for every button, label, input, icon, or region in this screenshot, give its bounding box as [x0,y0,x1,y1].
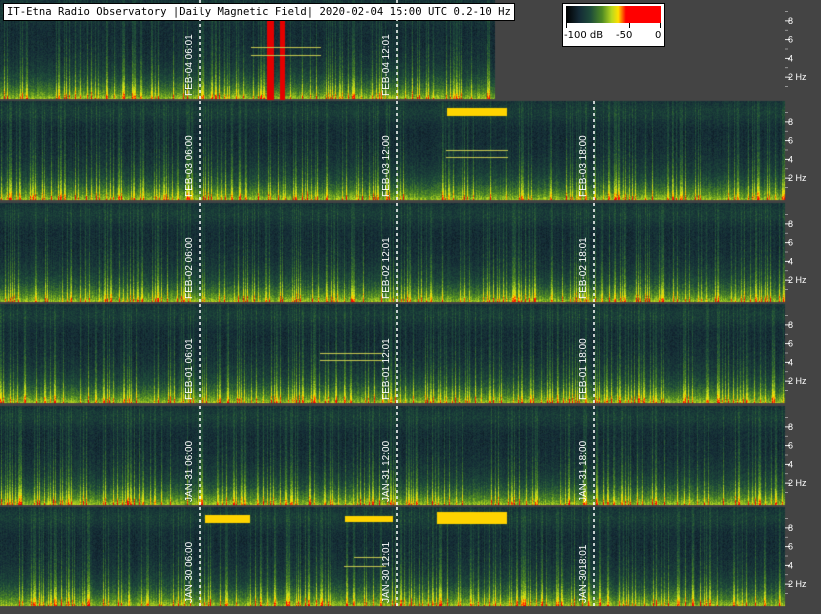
freq-tick-label: 8 [788,422,793,432]
time-marker-label: FEB-01 18:00 [578,338,589,400]
freq-tick-label: 4 [788,560,793,570]
freq-tick-label: 2 Hz [788,579,807,589]
freq-tick-label: 6 [788,441,793,451]
time-marker-label: FEB-02 06:00 [184,237,195,299]
time-marker-label: FEB-03 12:00 [381,135,392,197]
freq-tick-label: 4 [788,459,793,469]
freq-tick-label: 2 Hz [788,376,807,386]
time-marker-label: FEB-04 06:01 [184,34,195,96]
time-marker-label: JAN-30 12:01 [381,541,392,603]
time-marker-label: FEB-04 12:01 [381,34,392,96]
freq-tick-label: 6 [788,542,793,552]
time-marker-label: FEB-02 18:01 [578,237,589,299]
freq-tick-label: 2 Hz [788,173,807,183]
freq-tick-label: 6 [788,339,793,349]
freq-tick-label: 8 [788,219,793,229]
freq-tick-label: 4 [788,357,793,367]
freq-tick-label: 2 Hz [788,72,807,82]
time-marker-label: FEB-02 12:01 [381,237,392,299]
time-marker-label: FEB-01 12:01 [381,338,392,400]
freq-tick-label: 6 [788,238,793,248]
time-marker-label: JAN-30 06:00 [184,541,195,603]
freq-tick-label: 6 [788,136,793,146]
time-marker-label: JAN-31 06:00 [184,440,195,502]
spectrogram-overlay: FEB-04 06:01 FEB-04 12:01 8 6 4 2 Hz FEB-03 06… [184,0,807,606]
freq-tick-label: 2 Hz [788,275,807,285]
time-marker-label: JAN-31 12:00 [381,440,392,502]
freq-tick-label: 6 [788,35,793,45]
freq-tick-label: 4 [788,53,793,63]
freq-tick-label: 8 [788,523,793,533]
time-marker-label: FEB-01 06:01 [184,338,195,400]
time-marker-label: JAN-3018:01 [578,544,589,603]
time-marker-label: FEB-03 06:00 [184,135,195,197]
freq-tick-label: 8 [788,16,793,26]
freq-tick-label: 8 [788,117,793,127]
freq-tick-label: 8 [788,320,793,330]
time-marker-label: JAN-31 18:00 [578,440,589,502]
freq-tick-label: 2 Hz [788,478,807,488]
freq-tick-label: 4 [788,256,793,266]
time-marker-label: FEB-03 18:00 [578,135,589,197]
freq-tick-label: 4 [788,154,793,164]
